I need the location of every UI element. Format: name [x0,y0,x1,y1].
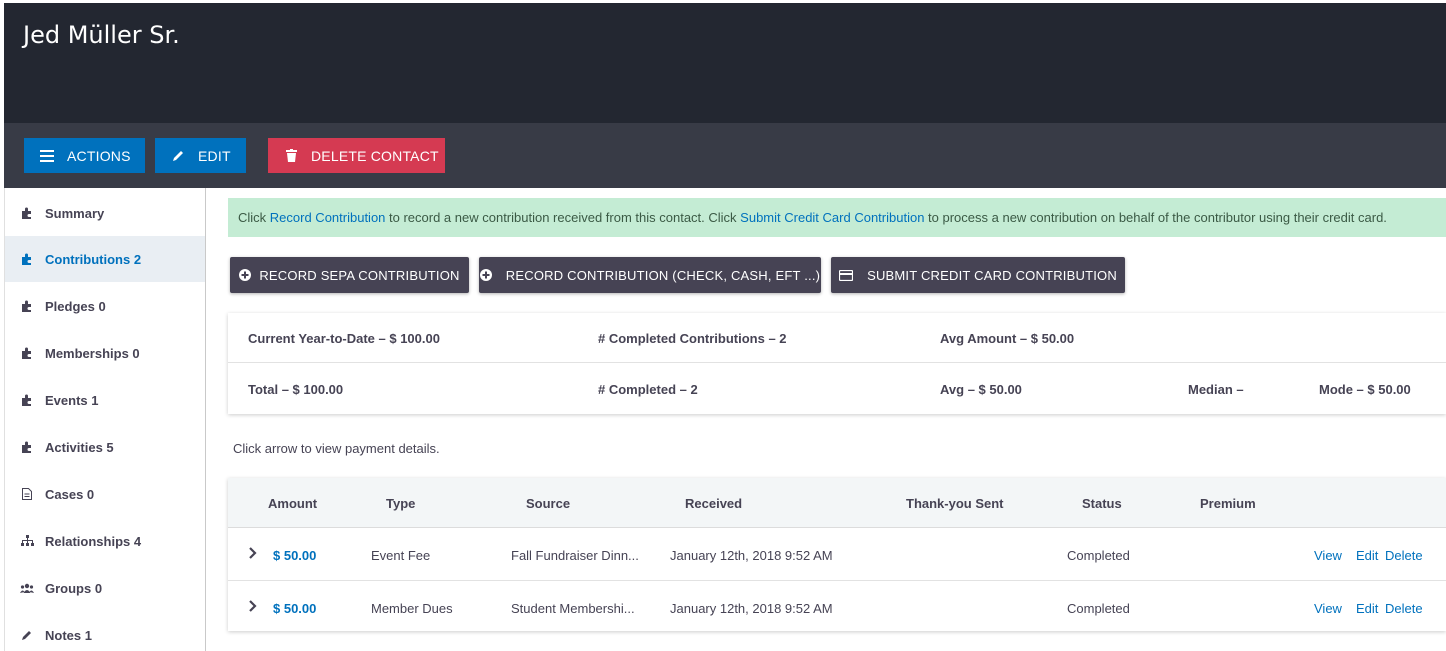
delete-contact-button[interactable]: DELETE CONTACT [268,138,445,173]
row-type: Event Fee [371,548,431,563]
notice-text: to process a new contribution on behalf … [924,210,1387,225]
sidebar-item-contributions[interactable]: Contributions 2 [5,236,205,282]
column-premium[interactable]: Premium [1200,496,1256,511]
column-thankyou[interactable]: Thank-you Sent [906,496,1004,511]
puzzle-icon [19,347,35,359]
notice-text: to record a new contribution received fr… [385,210,741,225]
table-header: Amount Type Source Received Thank-you Se… [228,478,1446,528]
sidebar-item-pledges[interactable]: Pledges 0 [5,283,205,329]
lifetime-total: Total – $ 100.00 [248,382,344,397]
sidebar-item-activities[interactable]: Activities 5 [5,424,205,470]
row-amount: $ 50.00 [273,548,317,563]
sidebar-item-label: Groups 0 [45,580,103,596]
row-view-link[interactable]: View [1314,601,1342,616]
sidebar-item-label: Notes 1 [45,627,92,643]
record-contribution-label: RECORD CONTRIBUTION (CHECK, CASH, EFT ..… [505,267,821,283]
contact-tabs-sidebar: Summary Contributions 2 Pledges 0 Member… [4,188,206,651]
avg-value: Avg – $ 50.00 [940,382,1022,397]
sidebar-item-label: Activities 5 [45,439,114,455]
row-status: Completed [1067,548,1130,563]
users-icon [19,583,35,594]
submit-credit-card-link[interactable]: Submit Credit Card Contribution [740,210,924,225]
sidebar-item-summary[interactable]: Summary [5,190,205,236]
edit-label: EDIT [198,147,231,164]
row-received: January 12th, 2018 9:52 AM [670,548,833,563]
column-status[interactable]: Status [1082,496,1122,511]
notice-text: Click [238,210,270,225]
edit-button[interactable]: EDIT [155,138,246,173]
sidebar-item-label: Relationships 4 [45,533,142,549]
record-sepa-contribution-button[interactable]: RECORD SEPA CONTRIBUTION [230,257,469,293]
plus-circle-icon [239,269,252,281]
pencil-icon [19,629,35,641]
delete-contact-label: DELETE CONTACT [311,147,439,164]
pencil-icon [170,149,186,163]
row-source: Fall Fundraiser Dinn... [511,548,639,563]
row-delete-link[interactable]: Delete [1385,601,1423,616]
completed-count: # Completed – 2 [598,382,698,397]
row-edit-link[interactable]: Edit [1356,601,1378,616]
chevron-right-icon[interactable] [248,599,258,613]
sidebar-item-relationships[interactable]: Relationships 4 [5,518,205,564]
puzzle-icon [19,207,35,219]
row-view-link[interactable]: View [1314,548,1342,563]
median-value: Median – [1188,382,1244,397]
chevron-right-icon[interactable] [248,546,258,560]
row-edit-link[interactable]: Edit [1356,548,1378,563]
submit-credit-card-label: SUBMIT CREDIT CARD CONTRIBUTION [867,267,1117,283]
action-bar: ACTIONS EDIT DELETE CONTACT [4,123,1446,188]
puzzle-icon [19,441,35,453]
avg-amount: Avg Amount – $ 50.00 [940,331,1075,346]
submit-credit-card-button[interactable]: SUBMIT CREDIT CARD CONTRIBUTION [831,257,1125,293]
puzzle-icon [19,300,35,312]
ytd-total: Current Year-to-Date – $ 100.00 [248,331,440,346]
record-sepa-label: RECORD SEPA CONTRIBUTION [259,267,460,283]
contributions-table: Amount Type Source Received Thank-you Se… [228,478,1446,631]
completed-contributions-count: # Completed Contributions – 2 [598,331,787,346]
sidebar-item-notes[interactable]: Notes 1 [5,612,205,651]
sidebar-item-memberships[interactable]: Memberships 0 [5,330,205,376]
record-contribution-button[interactable]: RECORD CONTRIBUTION (CHECK, CASH, EFT ..… [479,257,821,293]
column-amount[interactable]: Amount [268,496,317,511]
contributions-panel: Click Record Contribution to record a ne… [206,188,1446,651]
sidebar-item-label: Memberships 0 [45,345,140,361]
row-delete-link[interactable]: Delete [1385,548,1423,563]
file-icon [19,488,35,500]
table-row: $ 50.00 Event Fee Fall Fundraiser Dinn..… [228,529,1446,581]
plus-circle-icon [479,269,492,281]
puzzle-icon [19,394,35,406]
row-source: Student Membershi... [511,601,635,616]
sidebar-item-groups[interactable]: Groups 0 [5,565,205,611]
row-amount: $ 50.00 [273,601,317,616]
payment-details-hint: Click arrow to view payment details. [233,441,440,456]
sitemap-icon [19,535,35,547]
column-type[interactable]: Type [386,496,415,511]
column-source[interactable]: Source [526,496,570,511]
sidebar-item-label: Contributions 2 [45,251,142,267]
actions-label: ACTIONS [67,147,131,164]
contribution-summary: Current Year-to-Date – $ 100.00 # Comple… [228,313,1446,414]
contact-name: Jed Müller Sr. [23,21,180,49]
contact-header: Jed Müller Sr. [4,3,1446,123]
row-received: January 12th, 2018 9:52 AM [670,601,833,616]
sidebar-item-label: Summary [45,205,105,221]
actions-button[interactable]: ACTIONS [24,138,145,173]
credit-card-icon [839,269,854,281]
sidebar-item-events[interactable]: Events 1 [5,377,205,423]
mode-value: Mode – $ 50.00 [1319,382,1411,397]
sidebar-item-label: Events 1 [45,392,99,408]
sidebar-item-label: Cases 0 [45,486,95,502]
table-row: $ 50.00 Member Dues Student Membershi...… [228,582,1446,631]
sidebar-item-label: Pledges 0 [45,298,106,314]
column-received[interactable]: Received [685,496,742,511]
row-type: Member Dues [371,601,453,616]
puzzle-icon [19,253,35,265]
record-contribution-link[interactable]: Record Contribution [270,210,386,225]
sidebar-item-cases[interactable]: Cases 0 [5,471,205,517]
help-notice: Click Record Contribution to record a ne… [228,198,1446,237]
menu-icon [39,149,55,162]
row-status: Completed [1067,601,1130,616]
trash-icon [283,149,299,162]
